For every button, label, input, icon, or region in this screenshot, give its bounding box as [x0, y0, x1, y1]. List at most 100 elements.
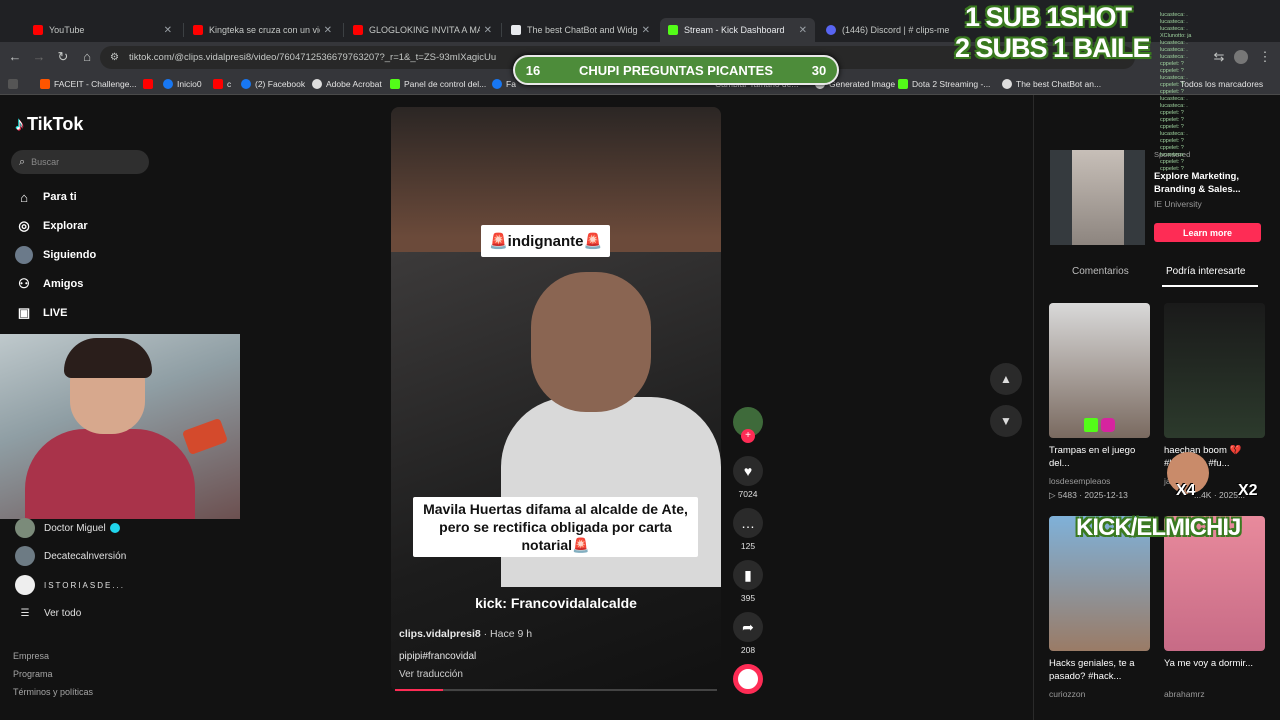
close-icon[interactable]: ✕	[324, 25, 332, 36]
tiktok-note-icon: ♪	[15, 114, 24, 134]
comment-icon: …	[733, 508, 763, 538]
tiktok-logo[interactable]: ♪ TikTok	[15, 114, 83, 135]
following-icon	[15, 246, 33, 264]
nav-item-siguiendo[interactable]: Siguiendo	[15, 245, 96, 265]
following-account[interactable]: Decatecalnversión	[15, 546, 126, 566]
globe-icon	[1002, 79, 1012, 89]
ad-thumbnail[interactable]	[1050, 150, 1145, 245]
bookmark-item[interactable]: (2) Facebook	[241, 77, 305, 91]
footer-link[interactable]: Empresa	[13, 651, 49, 661]
bookmark-item[interactable]: Fa	[492, 77, 516, 91]
youtube-icon	[353, 25, 363, 35]
chat-message: lucasteca: .	[1160, 152, 1188, 158]
tab-separator	[183, 23, 184, 37]
music-disc-icon	[733, 664, 763, 694]
video-author-line[interactable]: clips.vidalpresi8 · Hace 9 h	[399, 628, 532, 640]
following-account[interactable]: Doctor Miguel	[15, 518, 120, 538]
address-url: tiktok.com/@clips.vidalpresi8/video/7604…	[129, 52, 497, 63]
chevron-down-icon: ▼	[1000, 414, 1012, 428]
music-disc[interactable]	[733, 664, 763, 694]
video-player[interactable]: 🚨indignante🚨 Mavila Huertas difama al al…	[391, 107, 721, 692]
chat-message: lucasteca: .	[1160, 40, 1188, 46]
share-icon: ➦	[733, 612, 763, 642]
close-icon[interactable]: ✕	[799, 25, 807, 36]
recommended-author[interactable]: curiozzon	[1049, 689, 1085, 699]
bookmark-item[interactable]: Panel de control del...	[390, 77, 486, 91]
comment-button[interactable]: … 125	[733, 508, 763, 551]
footer-link[interactable]: Programa	[13, 669, 53, 679]
search-input[interactable]: ⌕ Buscar	[11, 150, 149, 174]
recommended-author[interactable]: abrahamrz	[1164, 689, 1205, 699]
recommended-title[interactable]: Trampas en el juego del...	[1049, 444, 1149, 470]
browser-tab-active[interactable]: Stream - Kick Dashboard ✕	[660, 18, 815, 42]
facebook-icon	[492, 79, 502, 89]
close-icon[interactable]: ✕	[642, 25, 650, 36]
globe-icon	[312, 79, 322, 89]
recommended-thumbnail[interactable]	[1164, 303, 1265, 438]
nav-item-explorar[interactable]: ◎ Explorar	[15, 216, 87, 236]
video-progress-bar[interactable]	[395, 689, 717, 691]
sub-goal-line-2: 2 SUBS 1 BAILE	[955, 33, 1151, 63]
tab-comentarios[interactable]: Comentarios	[1072, 266, 1129, 277]
bookmark-item[interactable]: Dota 2 Streaming -...	[898, 77, 990, 91]
recommended-title[interactable]: Hacks geniales, te a pasado? #hack...	[1049, 657, 1149, 683]
save-button[interactable]: ▮ 395	[733, 560, 763, 603]
site-info-icon[interactable]: ⚙	[110, 46, 119, 69]
nav-item-amigos[interactable]: ⚇ Amigos	[15, 274, 83, 294]
learn-more-button[interactable]: Learn more	[1154, 223, 1261, 242]
like-button[interactable]: ♥ 7024	[733, 456, 763, 499]
browser-tab[interactable]: GLOGLOKING INVITA A MAXI ✕	[345, 18, 500, 42]
see-all-link[interactable]: ☰ Ver todo	[15, 603, 82, 623]
browser-tab[interactable]: (1446) Discord | # clips-mem	[818, 18, 958, 42]
facebook-icon	[241, 79, 251, 89]
home-icon[interactable]: ⌂	[78, 48, 96, 66]
browser-tab[interactable]: YouTube ✕	[25, 18, 180, 42]
previous-video-button[interactable]: ▲	[990, 363, 1022, 395]
bookmark-item[interactable]: Adobe Acrobat	[312, 77, 382, 91]
back-icon[interactable]: ←	[6, 48, 24, 66]
creator-avatar[interactable]: +	[733, 407, 763, 443]
close-icon[interactable]: ✕	[484, 25, 492, 36]
youtube-icon	[213, 79, 223, 89]
reload-icon[interactable]: ↻	[54, 48, 72, 66]
forward-icon[interactable]: →	[30, 48, 48, 66]
tab-podria-interesarte[interactable]: Podría interesarte	[1166, 266, 1246, 277]
chat-message: cppelet: ?	[1160, 68, 1184, 74]
recommended-author[interactable]: losdesempleaos	[1049, 476, 1110, 486]
avatar	[15, 518, 35, 538]
bookmark-item[interactable]: The best ChatBot an...	[1002, 77, 1101, 91]
share-button[interactable]: ➦ 208	[733, 612, 763, 655]
follow-plus-icon[interactable]: +	[741, 429, 755, 443]
recommended-thumbnail[interactable]	[1049, 303, 1150, 438]
chat-message: cppelet: ?	[1160, 145, 1184, 151]
chat-message: lucasteca: .	[1160, 96, 1188, 102]
list-icon: ☰	[20, 607, 30, 619]
bookmark-item[interactable]	[143, 77, 157, 91]
bookmark-item[interactable]	[8, 77, 22, 91]
bookmark-item[interactable]: FACEIT - Challenge...	[40, 77, 137, 91]
chat-message: lucasteca: .	[1160, 12, 1188, 18]
footer-link[interactable]: Términos y políticas	[13, 687, 93, 697]
translate-link[interactable]: Ver traducción	[399, 669, 463, 680]
multiplier-label: X2	[1238, 482, 1258, 499]
heart-icon: ♥	[733, 456, 763, 486]
bookmark-item[interactable]: Inicio0	[163, 77, 202, 91]
nav-item-para-ti[interactable]: ⌂ Para ti	[15, 187, 77, 207]
chat-message: cppelet: ?	[1160, 89, 1184, 95]
nav-item-live[interactable]: ▣ LIVE	[15, 303, 68, 323]
video-caption-main: Mavila Huertas difama al alcalde de Ate,…	[413, 497, 698, 557]
avatar	[15, 546, 35, 566]
recommended-title[interactable]: Ya me voy a dormir...	[1164, 657, 1264, 670]
browser-tab[interactable]: The best ChatBot and Widgets ✕	[503, 18, 658, 42]
verified-icon	[109, 523, 120, 533]
following-account[interactable]: ISTORIASDE...	[15, 575, 125, 595]
banner-right-count: 30	[811, 62, 827, 78]
webcam-hair	[64, 338, 152, 378]
banner-left-count: 16	[525, 62, 541, 78]
bookmark-item[interactable]: c	[213, 77, 231, 91]
ad-title[interactable]: Explore Marketing, Branding & Sales...	[1154, 170, 1264, 196]
multiplier-label: X4	[1176, 482, 1196, 499]
close-icon[interactable]: ✕	[164, 25, 172, 36]
browser-tab[interactable]: Kingteka se cruza con un viewer✕	[185, 18, 340, 42]
next-video-button[interactable]: ▼	[990, 405, 1022, 437]
